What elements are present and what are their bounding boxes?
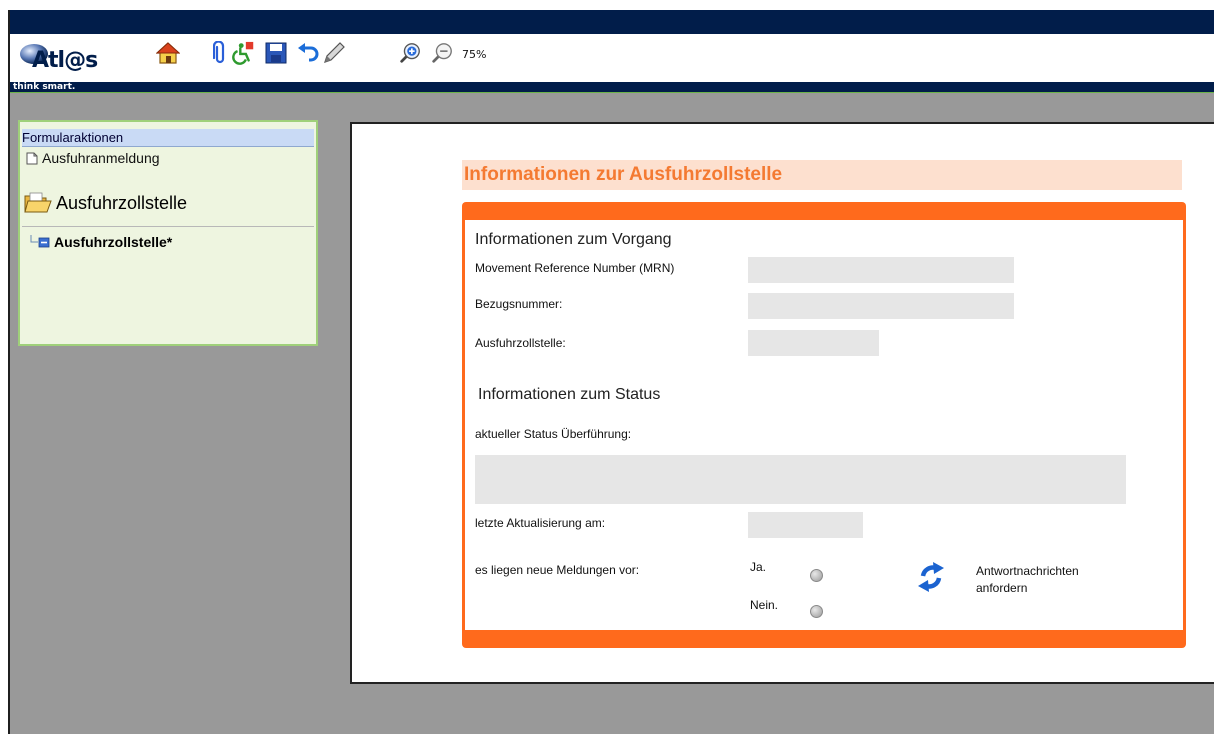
divider [10,92,1214,93]
section-heading-status: Informationen zum Status [478,386,661,403]
sidebar-separator [22,226,314,227]
zoom-in-icon[interactable] [398,41,422,65]
home-icon[interactable] [156,41,180,65]
status-label: aktueller Status Überführung: [475,427,632,441]
attachment-icon[interactable] [208,41,232,65]
antwort-label-line2[interactable]: anfordern [976,581,1027,595]
logo-text: Atl@s [32,48,98,73]
aktualisierung-label: letzte Aktualisierung am: [475,516,606,530]
nein-radio[interactable] [810,605,823,618]
ausfuhrzollstelle-field[interactable] [748,330,879,356]
bezugsnummer-label: Bezugsnummer: [475,297,563,311]
app-window: Atl@s 75% think smart. Formularaktionen … [8,10,1214,734]
zoom-level: 75% [462,48,487,61]
tagline: think smart. [10,82,1214,92]
tree-node-ausfuhrzollstelle[interactable]: Ausfuhrzollstelle* [30,234,172,250]
form-title: Informationen zur Ausfuhrzollstelle [464,164,783,185]
folder-open-icon [24,192,52,213]
top-band [10,10,1214,34]
sidebar-header: Formularaktionen [22,129,314,147]
mrn-label: Movement Reference Number (MRN) [475,261,675,275]
bezugsnummer-field[interactable] [748,293,1014,319]
ausfuhrzollstelle-label: Ausfuhrzollstelle: [475,336,566,350]
sidebar-folder-ausfuhrzollstelle[interactable]: Ausfuhrzollstelle [24,192,187,214]
aktualisierung-field[interactable] [748,512,863,538]
zoom-out-icon[interactable] [430,41,454,65]
pen-icon[interactable] [322,41,346,65]
ja-radio[interactable] [810,569,823,582]
sidebar-item-ausfuhranmeldung[interactable]: Ausfuhranmeldung [26,150,160,166]
atlas-logo: Atl@s [14,36,134,82]
document-icon [26,152,38,164]
antwort-label-line1[interactable]: Antwortnachrichten [976,564,1079,578]
form-title-band: Informationen zur Ausfuhrzollstelle [462,160,1182,190]
undo-icon[interactable] [296,41,320,65]
nein-label: Nein. [750,598,779,612]
tree-node-label: Ausfuhrzollstelle* [54,234,173,250]
meldungen-label: es liegen neue Meldungen vor: [475,563,640,577]
save-icon[interactable] [264,41,288,65]
form-box-bottom [462,630,1186,648]
form-page: Informationen zur Ausfuhrzollstelle Info… [350,122,1214,684]
sidebar-panel: Formularaktionen Ausfuhranmeldung Ausfuh… [18,120,318,346]
sidebar-item-label: Ausfuhranmeldung [42,150,160,166]
form-box-top [462,202,1186,220]
status-field[interactable] [475,455,1126,504]
mrn-field[interactable] [748,257,1014,283]
tree-collapse-icon[interactable] [30,235,52,249]
toolbar [10,34,1214,82]
accessibility-icon[interactable] [232,41,256,65]
refresh-icon[interactable] [914,560,948,594]
sidebar-folder-label: Ausfuhrzollstelle [56,192,188,213]
ja-label: Ja. [750,560,767,574]
section-heading-vorgang: Informationen zum Vorgang [475,231,672,248]
